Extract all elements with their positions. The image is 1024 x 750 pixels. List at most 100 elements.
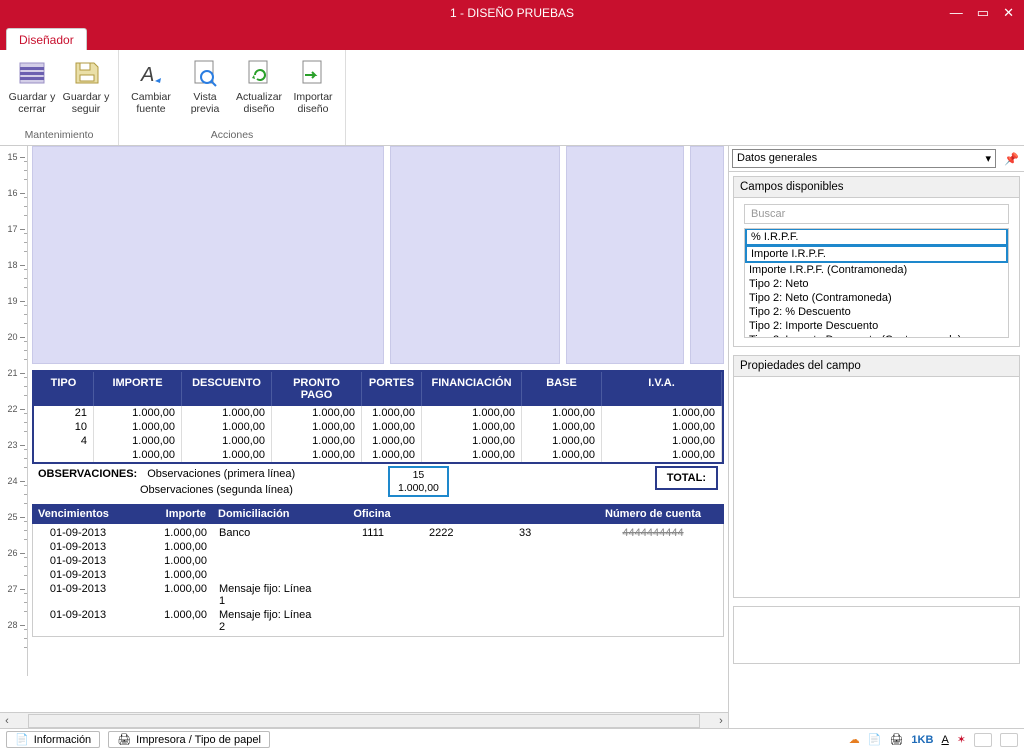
list-item[interactable]: Tipo 2: Neto bbox=[745, 277, 1008, 291]
print-icon[interactable]: 🖨 bbox=[889, 733, 903, 746]
list-item[interactable]: Tipo 2: Importe Descuento (Contramoneda) bbox=[745, 333, 1008, 338]
properties-body bbox=[734, 377, 1019, 597]
size-badge: 1KB bbox=[911, 734, 933, 746]
list-item[interactable]: Tipo 2: Neto (Contramoneda) bbox=[745, 291, 1008, 305]
column-header[interactable] bbox=[422, 504, 512, 524]
table-row[interactable]: 01-09-20131.000,00Banco11112222334444444… bbox=[33, 526, 723, 540]
placeholder-box[interactable] bbox=[32, 146, 384, 364]
search-input[interactable]: Buscar bbox=[744, 204, 1009, 224]
table-row[interactable]: 211.000,001.000,001.000,001.000,001.000,… bbox=[34, 406, 722, 420]
ruler-tick: 24 bbox=[0, 476, 25, 486]
column-header[interactable] bbox=[512, 504, 582, 524]
column-header[interactable]: Vencimientos bbox=[32, 504, 122, 524]
column-header[interactable]: Oficina bbox=[322, 504, 422, 524]
maximize-button[interactable]: ▭ bbox=[977, 5, 989, 21]
ruler-tick: 20 bbox=[0, 332, 25, 342]
page-icon[interactable]: 📄 bbox=[868, 733, 882, 746]
save-continue-button[interactable]: Guardar y seguir bbox=[60, 54, 112, 117]
rect-icon[interactable] bbox=[974, 733, 992, 747]
ruler-tick: 15 bbox=[0, 152, 25, 162]
placeholder-row bbox=[28, 146, 728, 364]
table-row[interactable]: 01-09-20131.000,00 bbox=[33, 554, 723, 568]
table-row[interactable]: 01-09-20131.000,00 bbox=[33, 568, 723, 582]
design-canvas-scroll[interactable]: 1516171819202122232425262728 TIPOIMPORTE… bbox=[0, 146, 728, 712]
column-header[interactable]: FINANCIACIÓN bbox=[422, 372, 522, 406]
scroll-right-icon[interactable]: › bbox=[714, 715, 728, 727]
printer-icon: 🖨 bbox=[117, 733, 131, 746]
scroll-left-icon[interactable]: ‹ bbox=[0, 715, 14, 727]
ruler-tick: 21 bbox=[0, 368, 25, 378]
close-button[interactable]: ✕ bbox=[1003, 5, 1014, 21]
ruler-tick: 17 bbox=[0, 224, 25, 234]
tab-strip: Diseñador bbox=[0, 26, 1024, 50]
rect-icon[interactable] bbox=[1000, 733, 1018, 747]
list-item[interactable]: Importe I.R.P.F. bbox=[745, 245, 1008, 263]
table-row[interactable]: 41.000,001.000,001.000,001.000,001.000,0… bbox=[34, 434, 722, 448]
ruler-tick: 25 bbox=[0, 512, 25, 522]
ruler-tick: 19 bbox=[0, 296, 25, 306]
table-row[interactable]: 101.000,001.000,001.000,001.000,001.000,… bbox=[34, 420, 722, 434]
selected-field-box[interactable]: 15 1.000,00 bbox=[388, 466, 449, 497]
column-header[interactable]: PORTES bbox=[362, 372, 422, 406]
ruler-tick: 28 bbox=[0, 620, 25, 630]
panel-dropdown[interactable]: Datos generales ▾ bbox=[732, 149, 996, 168]
column-header[interactable]: I.V.A. bbox=[602, 372, 722, 406]
ribbon-group-maintenance: Mantenimiento bbox=[25, 127, 94, 143]
side-panel: Datos generales ▾ 📌 Campos disponibles B… bbox=[728, 146, 1024, 728]
placeholder-box[interactable] bbox=[690, 146, 724, 364]
title-bar: 1 - DISEÑO PRUEBAS — ▭ ✕ bbox=[0, 0, 1024, 26]
column-header[interactable]: IMPORTE bbox=[94, 372, 182, 406]
refresh-design-button[interactable]: Actualizar diseño bbox=[233, 54, 285, 117]
save-close-icon bbox=[15, 56, 49, 90]
placeholder-box[interactable] bbox=[566, 146, 684, 364]
observations-line: Observaciones (segunda línea) bbox=[140, 484, 293, 496]
design-canvas[interactable]: TIPOIMPORTEDESCUENTOPRONTO PAGOPORTESFIN… bbox=[28, 146, 728, 677]
list-item[interactable]: Tipo 2: Importe Descuento bbox=[745, 319, 1008, 333]
table-row[interactable]: 01-09-20131.000,00 bbox=[33, 540, 723, 554]
panel-footer-box bbox=[734, 607, 1019, 663]
refresh-icon bbox=[242, 56, 276, 90]
import-icon bbox=[296, 56, 330, 90]
column-header[interactable]: TIPO bbox=[34, 372, 94, 406]
column-header[interactable]: DESCUENTO bbox=[182, 372, 272, 406]
minimize-button[interactable]: — bbox=[950, 5, 963, 21]
printer-button[interactable]: 🖨 Impresora / Tipo de papel bbox=[108, 731, 270, 748]
field-list[interactable]: % I.R.P.F.Importe I.R.P.F.Importe I.R.P.… bbox=[744, 228, 1009, 338]
star-icon[interactable]: ✶ bbox=[957, 733, 966, 746]
total-box[interactable]: TOTAL: bbox=[655, 466, 718, 490]
tab-designer[interactable]: Diseñador bbox=[6, 28, 87, 50]
save-close-button[interactable]: Guardar y cerrar bbox=[6, 54, 58, 117]
info-button[interactable]: 📄 Información bbox=[6, 731, 100, 748]
ruler-tick: 16 bbox=[0, 188, 25, 198]
list-item[interactable]: Tipo 2: % Descuento bbox=[745, 305, 1008, 319]
horizontal-scrollbar[interactable]: ‹ › bbox=[0, 712, 728, 728]
pin-icon[interactable]: 📌 bbox=[999, 152, 1024, 166]
ruler-tick: 18 bbox=[0, 260, 25, 270]
column-header[interactable]: Número de cuenta bbox=[582, 504, 724, 524]
table-row[interactable]: 01-09-20131.000,00Mensaje fijo: Línea 2 bbox=[33, 608, 723, 634]
table-row[interactable]: 1.000,001.000,001.000,001.000,001.000,00… bbox=[34, 448, 722, 462]
table-row[interactable]: 01-09-20131.000,00Mensaje fijo: Línea 1 bbox=[33, 582, 723, 608]
import-design-button[interactable]: Importar diseño bbox=[287, 54, 339, 117]
column-header[interactable]: Importe bbox=[122, 504, 212, 524]
placeholder-box[interactable] bbox=[390, 146, 560, 364]
observations-label: OBSERVACIONES: bbox=[38, 468, 137, 480]
column-header[interactable]: PRONTO PAGO bbox=[272, 372, 362, 406]
font-icon: A bbox=[134, 56, 168, 90]
change-font-button[interactable]: A Cambiar fuente bbox=[125, 54, 177, 117]
ruler-tick: 26 bbox=[0, 548, 25, 558]
preview-button[interactable]: Vista previa bbox=[179, 54, 231, 117]
column-header[interactable]: Domiciliación bbox=[212, 504, 322, 524]
column-header[interactable]: BASE bbox=[522, 372, 602, 406]
status-bar: 📄 Información 🖨 Impresora / Tipo de pape… bbox=[0, 728, 1024, 750]
list-item[interactable]: Importe I.R.P.F. (Contramoneda) bbox=[745, 263, 1008, 277]
ruler-tick: 27 bbox=[0, 584, 25, 594]
vertical-ruler: 1516171819202122232425262728 bbox=[0, 146, 28, 676]
totals-table[interactable]: TIPOIMPORTEDESCUENTOPRONTO PAGOPORTESFIN… bbox=[32, 370, 724, 464]
cloud-icon[interactable]: ☁ bbox=[849, 733, 860, 746]
panel-title-fields: Campos disponibles bbox=[734, 177, 1019, 198]
list-item[interactable]: % I.R.P.F. bbox=[745, 228, 1008, 246]
underline-icon[interactable]: A bbox=[941, 734, 948, 746]
panel-title-props: Propiedades del campo bbox=[734, 356, 1019, 377]
preview-icon bbox=[188, 56, 222, 90]
